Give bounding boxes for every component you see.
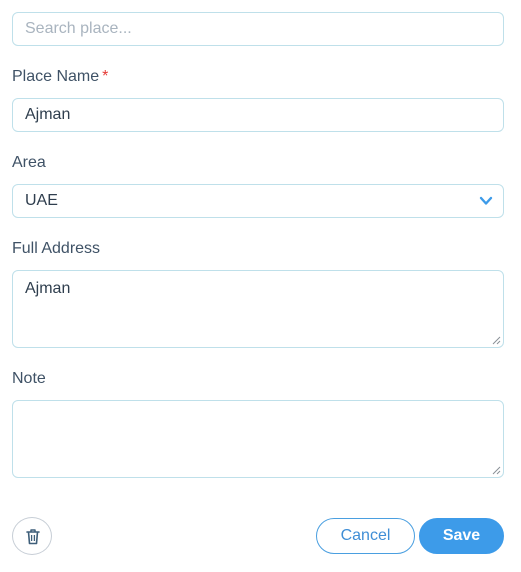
delete-button[interactable] — [12, 517, 52, 555]
required-mark: * — [102, 68, 109, 85]
full-address-textarea[interactable]: Ajman — [12, 270, 504, 348]
search-input[interactable]: Search place... — [12, 12, 504, 46]
place-name-value: Ajman — [25, 106, 71, 123]
area-value: UAE — [25, 192, 58, 209]
save-button[interactable]: Save — [419, 518, 504, 554]
note-textarea[interactable] — [12, 400, 504, 478]
resize-grip-icon[interactable] — [491, 335, 501, 345]
area-label: Area — [12, 154, 46, 171]
area-select[interactable]: UAE — [12, 184, 504, 218]
full-address-label: Full Address — [12, 240, 101, 257]
chevron-down-icon — [479, 196, 493, 205]
trash-icon — [26, 529, 40, 545]
place-name-field[interactable]: Ajman — [12, 98, 504, 132]
note-label: Note — [12, 370, 46, 387]
search-placeholder: Search place... — [25, 20, 132, 37]
place-name-label: Place Name * — [12, 68, 109, 85]
full-address-value: Ajman — [25, 280, 71, 297]
cancel-button[interactable]: Cancel — [316, 518, 415, 554]
resize-grip-icon[interactable] — [491, 465, 501, 475]
